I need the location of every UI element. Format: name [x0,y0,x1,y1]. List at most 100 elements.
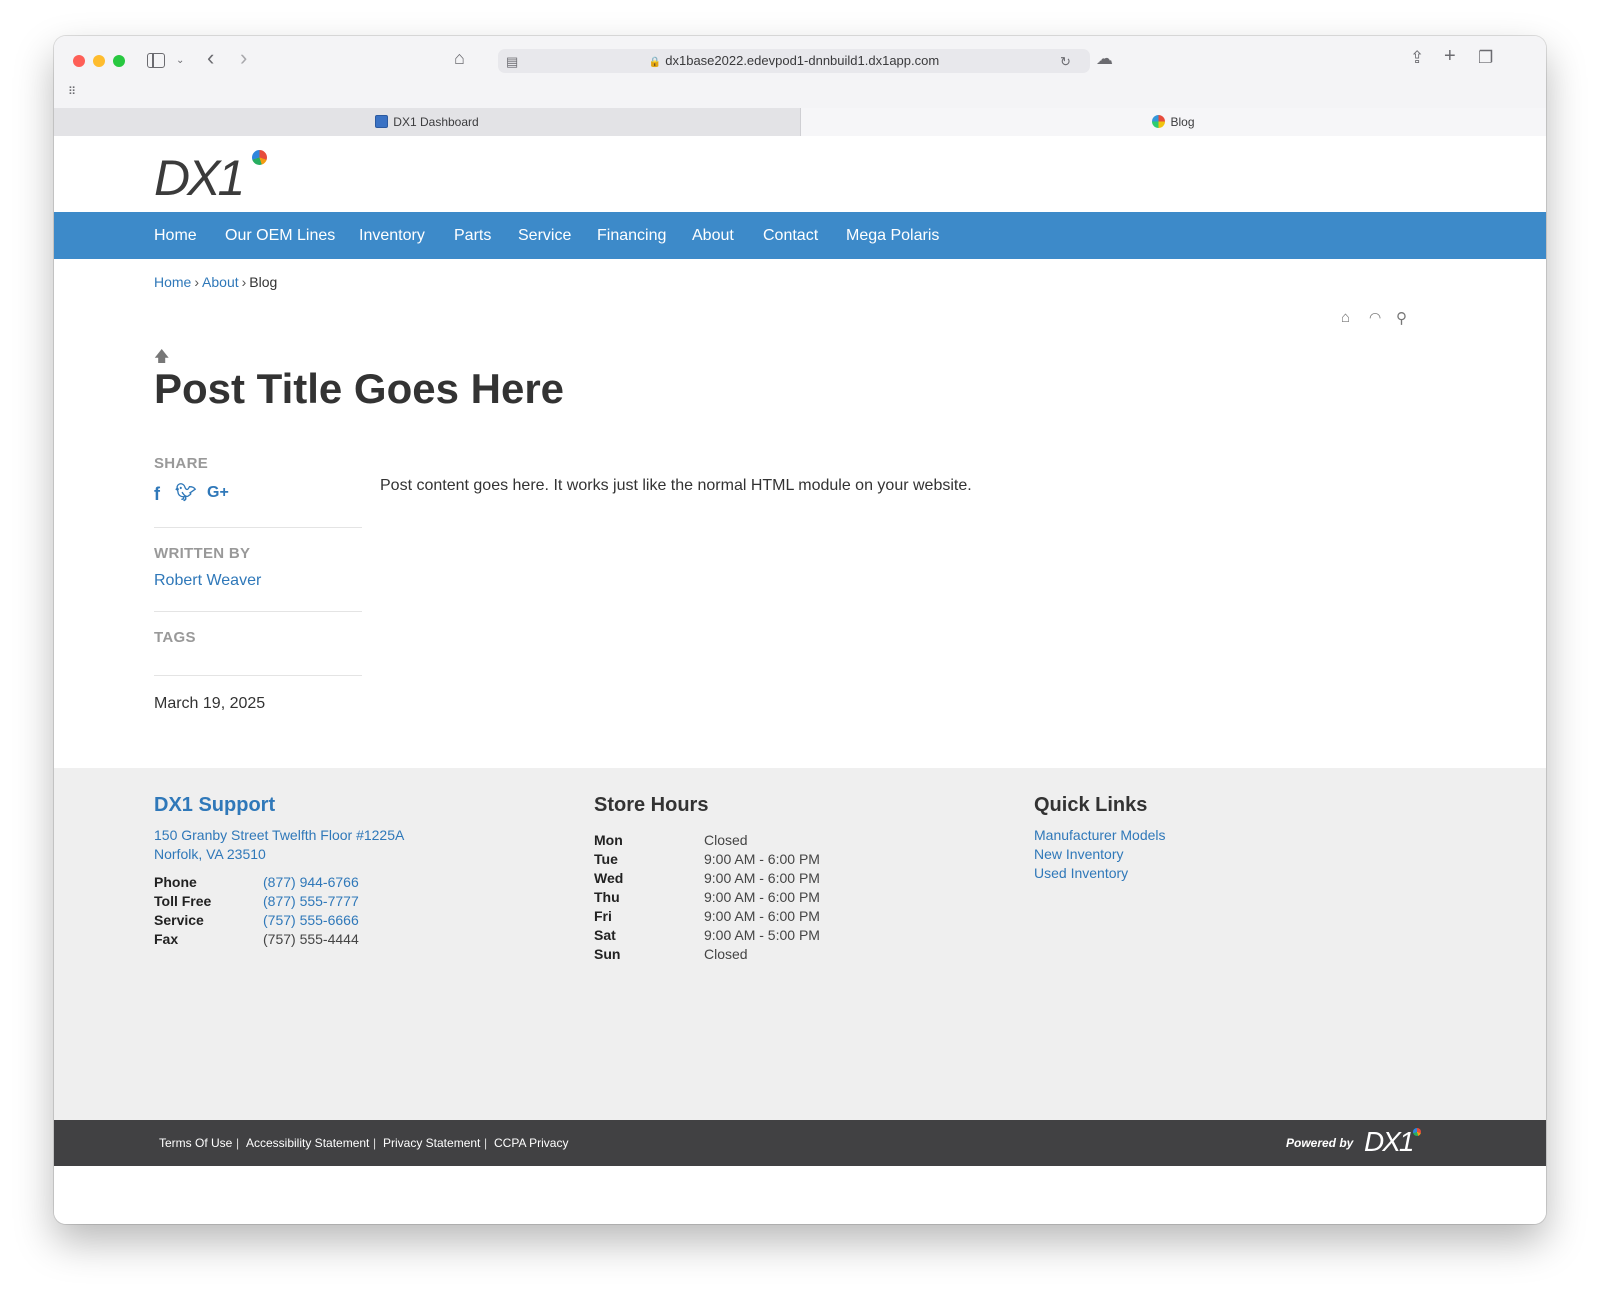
terms-of-use-link[interactable]: Terms Of Use [159,1120,232,1166]
rss-icon[interactable]: ◠ [1369,309,1381,326]
breadcrumb-current: Blog [249,274,278,290]
sidebar-divider [154,527,362,528]
site-footer: DX1 Support 150 Granby Street Twelfth Fl… [54,768,1546,1120]
address-line-1[interactable]: 150 Granby Street Twelfth Floor #1225A [154,826,404,845]
hours-time: 9:00 AM - 6:00 PM [704,851,820,867]
tab-blog[interactable]: Blog [801,108,1546,136]
nav-item-service[interactable]: Service [518,212,571,259]
breadcrumb-about-link[interactable]: About [202,274,239,290]
facebook-icon[interactable]: f [154,484,160,505]
twitter-icon[interactable]: 🐦︎ [175,483,197,503]
hours-day: Fri [594,908,612,924]
reload-icon[interactable]: ↻ [1060,54,1071,70]
dx1-blog-favicon-icon [1152,115,1166,128]
contact-label-phone: Phone [154,874,197,890]
lock-icon: 🔒 [648,57,662,68]
forward-icon[interactable]: › [240,47,247,69]
hours-day: Thu [594,889,620,905]
sidebar-divider [154,675,362,676]
tab-label: Blog [1170,115,1195,129]
powered-by-cube-icon [1413,1128,1421,1136]
privacy-statement-link[interactable]: Privacy Statement [383,1120,480,1166]
written-by-label: WRITTEN BY [154,545,251,562]
ccpa-privacy-link[interactable]: CCPA Privacy [494,1120,568,1166]
post-title: Post Title Goes Here [154,365,565,412]
store-hours-heading: Store Hours [594,794,709,816]
sidebar-divider [154,611,362,612]
nav-item-oem-lines[interactable]: Our OEM Lines [225,212,335,259]
quick-link-new-inventory[interactable]: New Inventory [1034,845,1123,864]
nav-item-inventory[interactable]: Inventory [359,212,425,259]
hours-day: Mon [594,832,623,848]
quick-link-used-inventory[interactable]: Used Inventory [1034,864,1128,883]
nav-item-mega-polaris[interactable]: Mega Polaris [846,212,939,259]
tags-label: TAGS [154,629,196,646]
nav-item-contact[interactable]: Contact [763,212,818,259]
hours-time: 9:00 AM - 6:00 PM [704,908,820,924]
hours-day: Wed [594,870,624,886]
tab-label: DX1 Dashboard [393,115,479,129]
nav-item-parts[interactable]: Parts [454,212,491,259]
close-window-button[interactable] [73,55,85,67]
address-line-2[interactable]: Norfolk, VA 23510 [154,845,266,864]
hours-time: Closed [704,832,748,848]
accessibility-statement-link[interactable]: Accessibility Statement [246,1120,369,1166]
hours-time: 9:00 AM - 5:00 PM [704,927,820,943]
contact-value-toll-free[interactable]: (877) 555-7777 [263,892,359,911]
google-plus-icon[interactable]: G+ [207,484,229,502]
sidebar-toggle-icon[interactable] [147,53,165,68]
home-icon[interactable]: ⌂ [454,49,465,67]
minimize-window-button[interactable] [93,55,105,67]
powered-by-label: Powered by [1286,1136,1354,1150]
tab-bar: DX1 Dashboard Blog [54,108,1546,137]
blog-home-icon[interactable]: ⌂ [1341,309,1350,326]
icloud-icon[interactable]: ☁ [1096,50,1113,67]
hours-day: Tue [594,851,618,867]
post-content: Post content goes here. It works just li… [380,477,972,494]
nav-item-about[interactable]: About [692,212,734,259]
legal-bar: Terms Of Use | Accessibility Statement |… [54,1120,1546,1166]
contact-value-service[interactable]: (757) 555-6666 [263,911,359,930]
legal-separator: | [236,1136,240,1150]
nav-item-financing[interactable]: Financing [597,212,666,259]
hours-time: 9:00 AM - 6:00 PM [704,870,820,886]
zoom-window-button[interactable] [113,55,125,67]
legal-separator: | [484,1136,488,1150]
breadcrumb-separator: › [241,274,247,290]
breadcrumb-separator: › [194,274,200,290]
tab-dx1-dashboard[interactable]: DX1 Dashboard [54,108,801,136]
main-nav: Home Our OEM Lines Inventory Parts Servi… [54,212,1546,259]
legal-separator: | [373,1136,377,1150]
post-date: March 19, 2025 [154,695,266,712]
support-heading[interactable]: DX1 Support [154,794,275,817]
tab-overview-icon[interactable]: ❐ [1478,49,1493,66]
share-icon[interactable]: ⇪ [1410,49,1424,66]
contact-label-service: Service [154,912,204,928]
url-text: dx1base2022.edevpod1-dnnbuild1.dx1app.co… [665,53,940,68]
favorites-grid-icon[interactable]: ⠿ [68,84,76,100]
hours-day: Sat [594,927,616,943]
hours-time: 9:00 AM - 6:00 PM [704,889,820,905]
search-icon[interactable]: ⚲ [1396,309,1407,327]
contact-value-fax: (757) 555-4444 [263,931,359,947]
back-icon[interactable]: ‹ [207,47,214,69]
hours-day: Sun [594,946,621,962]
quick-link-manufacturer-models[interactable]: Manufacturer Models [1034,826,1166,845]
page-info-icon[interactable]: ▤ [506,54,518,70]
address-bar[interactable]: 🔒 dx1base2022.edevpod1-dnnbuild1.dx1app.c… [498,49,1090,73]
powered-by-logo[interactable]: DX1 [1364,1126,1414,1158]
chevron-down-icon[interactable]: ⌄ [176,53,184,69]
site-logo[interactable]: DX1 [154,150,245,206]
contact-label-toll-free: Toll Free [154,893,212,909]
logo-cube-icon [252,150,267,165]
browser-window: ⌄ ‹ › ⌂ 🔒 dx1base2022.edevpod1-dnnbuild1.… [54,36,1546,1224]
new-tab-icon[interactable]: + [1444,46,1456,66]
share-label: SHARE [154,455,209,472]
author-link[interactable]: Robert Weaver [154,572,261,590]
nav-item-home[interactable]: Home [154,212,197,259]
breadcrumb: Home › About › Blog [154,274,277,290]
contact-value-phone[interactable]: (877) 944-6766 [263,873,359,892]
breadcrumb-home-link[interactable]: Home [154,274,191,290]
web-page: DX1 Home Our OEM Lines Inventory Parts S… [54,136,1546,1224]
dx1-dashboard-favicon-icon [375,115,389,128]
